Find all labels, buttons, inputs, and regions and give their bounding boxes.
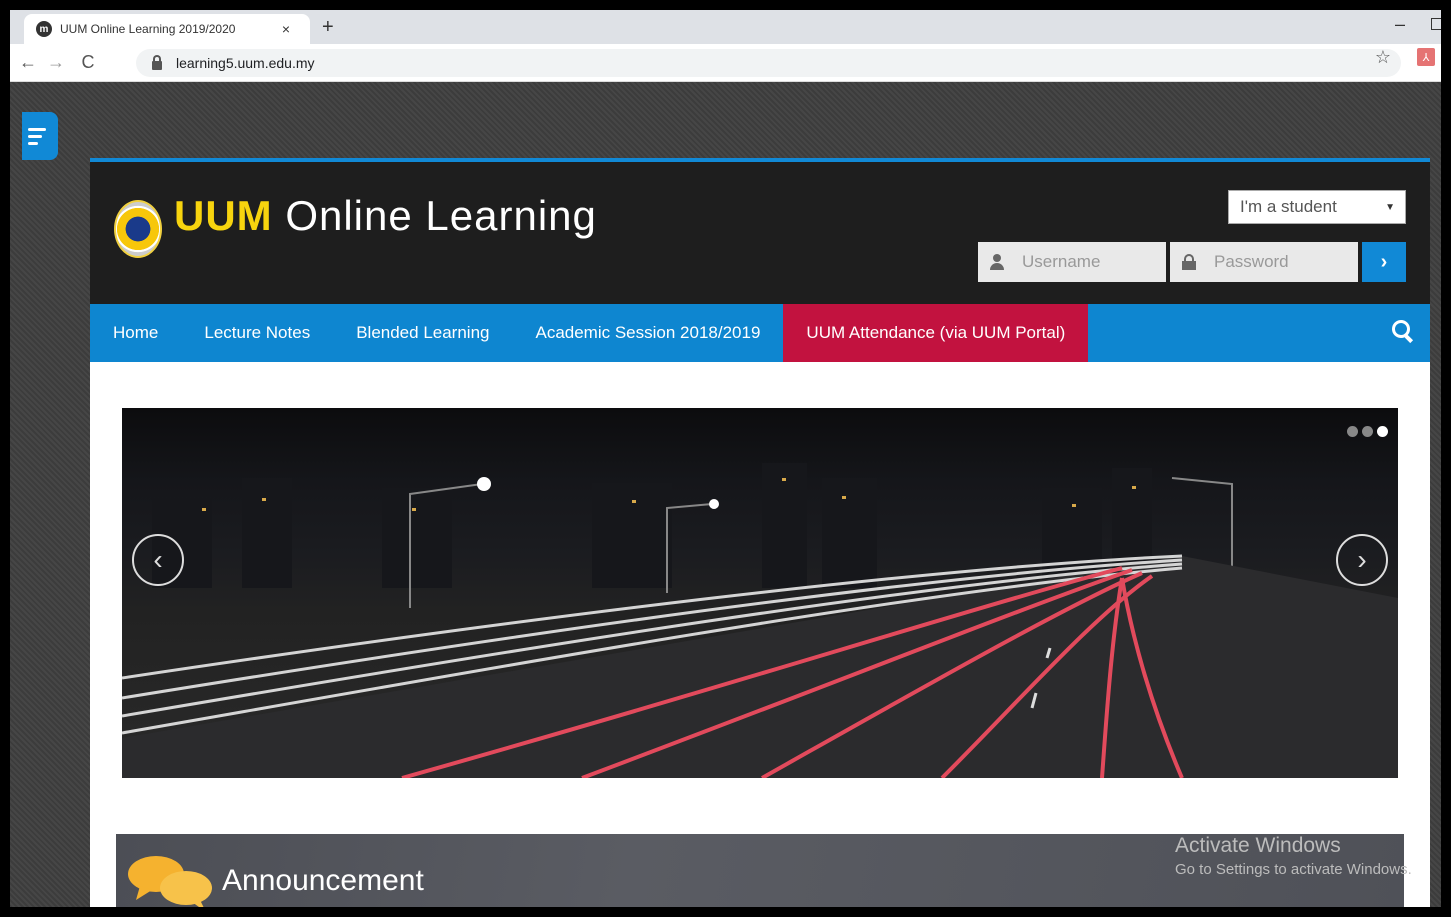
new-tab-button[interactable]: + [322, 16, 334, 39]
password-field[interactable]: Password [1170, 242, 1358, 282]
dropdown-caret-icon: ▼ [1385, 201, 1395, 213]
nav-item-home[interactable]: Home [90, 304, 181, 362]
slider-dot-2[interactable] [1362, 426, 1373, 437]
role-select[interactable]: I'm a student ▼ [1228, 190, 1406, 224]
tab-title: UUM Online Learning 2019/2020 [60, 22, 236, 36]
nav-item-uum-attendance[interactable]: UUM Attendance (via UUM Portal) [783, 304, 1089, 362]
tab-close-icon[interactable]: × [276, 21, 296, 37]
search-icon[interactable] [1392, 320, 1414, 342]
main-nav: Home Lecture Notes Blended Learning Acad… [90, 304, 1430, 362]
logo-rest-text: Online Learning [272, 192, 597, 239]
slider-dot-1[interactable] [1347, 426, 1358, 437]
username-placeholder: Username [1022, 252, 1101, 271]
slider-next-icon[interactable]: › [1336, 534, 1388, 586]
pdf-extension-icon[interactable]: ⅄ [1417, 48, 1435, 66]
announcement-title: Announcement [222, 864, 424, 897]
forward-arrow-icon[interactable]: → [42, 52, 70, 73]
watermark-line-1: Activate Windows [1175, 834, 1341, 857]
night-highway-image [122, 463, 1398, 778]
watermark-line-2: Go to Settings to activate Windows. [1175, 861, 1412, 878]
username-field[interactable]: Username [978, 242, 1166, 282]
maximize-icon[interactable] [1431, 18, 1441, 30]
site-container: UUM Online Learning I'm a student ▼ User… [90, 158, 1430, 907]
padlock-icon [1182, 254, 1196, 270]
browser-window: m UUM Online Learning 2019/2020 × + – ← … [10, 10, 1441, 907]
browser-tab[interactable]: m UUM Online Learning 2019/2020 × [24, 14, 310, 44]
image-slider: ‹ › [122, 408, 1398, 778]
role-select-value: I'm a student [1240, 197, 1337, 216]
bookmark-star-icon[interactable]: ☆ [1375, 47, 1391, 68]
uum-seal-logo [114, 200, 162, 258]
logo-bold-text: UUM [174, 192, 273, 239]
chat-bubbles-icon [128, 856, 212, 907]
password-placeholder: Password [1214, 252, 1289, 271]
tab-bar: m UUM Online Learning 2019/2020 × + – [10, 10, 1441, 44]
page-background: UUM Online Learning I'm a student ▼ User… [10, 82, 1441, 907]
nav-item-blended-learning[interactable]: Blended Learning [333, 304, 512, 362]
address-bar: ← → C learning5.uum.edu.my ☆ ⅄ [10, 44, 1441, 82]
moodle-favicon-icon: m [36, 21, 52, 37]
slider-pagination [1347, 426, 1388, 437]
user-icon [990, 254, 1004, 270]
drawer-toggle-button[interactable] [22, 112, 58, 160]
url-text: learning5.uum.edu.my [176, 55, 315, 71]
reload-icon[interactable]: C [74, 52, 102, 73]
slider-prev-icon[interactable]: ‹ [132, 534, 184, 586]
windows-activation-watermark: Activate Windows Go to Settings to activ… [1175, 834, 1435, 878]
lock-icon [152, 54, 162, 70]
nav-item-academic-session[interactable]: Academic Session 2018/2019 [512, 304, 783, 362]
login-submit-button[interactable]: › [1362, 242, 1406, 282]
slider-dot-3-active[interactable] [1377, 426, 1388, 437]
nav-item-lecture-notes[interactable]: Lecture Notes [181, 304, 333, 362]
site-header: UUM Online Learning I'm a student ▼ User… [90, 158, 1430, 304]
minimize-button[interactable]: – [1395, 14, 1405, 35]
back-arrow-icon[interactable]: ← [14, 52, 42, 73]
url-field[interactable]: learning5.uum.edu.my [136, 49, 1401, 77]
site-logo-text[interactable]: UUM Online Learning [174, 192, 597, 240]
